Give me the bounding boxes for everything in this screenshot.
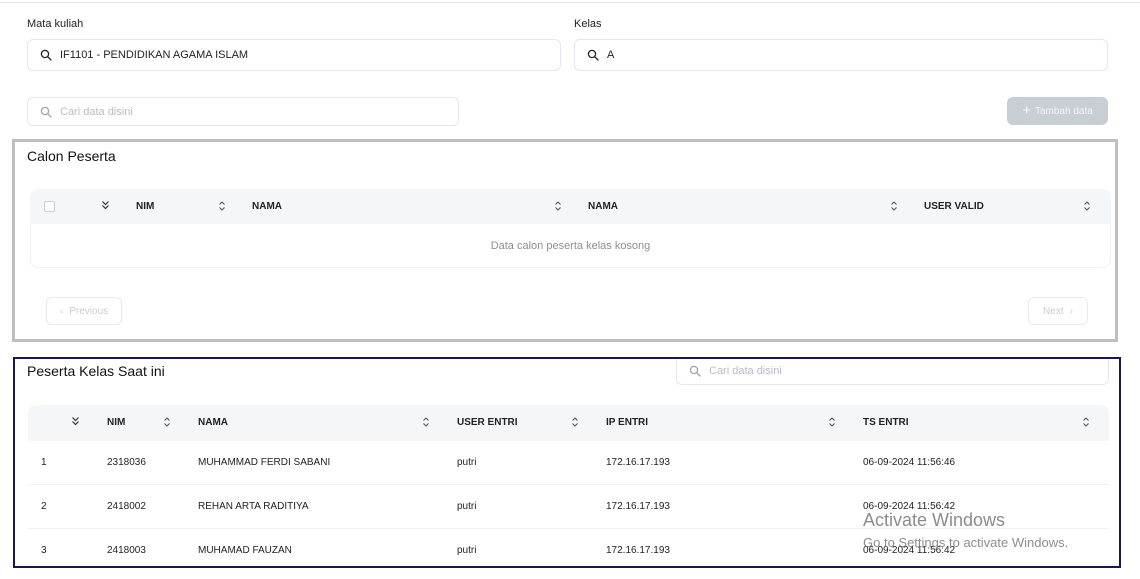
next-button[interactable]: Next › xyxy=(1028,297,1088,325)
add-data-label: Tambah data xyxy=(1034,105,1093,117)
row-nama: MUHAMMAD FERDI SABANI xyxy=(198,457,331,468)
sort-icon[interactable] xyxy=(1083,200,1091,212)
calon-peserta-title: Calon Peserta xyxy=(27,148,116,164)
sort-icon[interactable] xyxy=(571,416,579,428)
row-ts-entri: 06-09-2024 11:56:42 xyxy=(863,501,956,512)
row-nama: MUHAMAD FAUZAN xyxy=(198,545,292,556)
row-nim: 2418002 xyxy=(107,501,146,512)
empty-state-message: Data calon peserta kelas kosong xyxy=(30,224,1111,268)
previous-label: Previous xyxy=(69,305,109,317)
column-header-nama[interactable]: NAMA xyxy=(198,417,228,428)
peserta-kelas-title: Peserta Kelas Saat ini xyxy=(27,363,165,379)
row-nim: 2318036 xyxy=(107,457,146,468)
calon-peserta-panel: Calon Peserta NIM NAMA NAMA USER VALID D… xyxy=(12,139,1118,342)
search-icon xyxy=(689,365,701,377)
kelas-value: A xyxy=(607,49,615,61)
column-header-ip-entri[interactable]: IP ENTRI xyxy=(606,417,648,428)
top-divider xyxy=(0,2,1140,3)
row-ip-entri: 172.16.17.193 xyxy=(606,501,670,512)
calon-table-header: NIM NAMA NAMA USER VALID xyxy=(30,189,1111,224)
sort-icon[interactable] xyxy=(554,200,562,212)
search-icon xyxy=(587,49,599,61)
chevron-left-icon: ‹ xyxy=(59,305,64,317)
search-icon xyxy=(40,49,52,61)
expand-all-icon[interactable] xyxy=(71,416,80,426)
sort-icon[interactable] xyxy=(890,200,898,212)
row-number: 2 xyxy=(41,501,47,512)
sort-icon[interactable] xyxy=(163,416,171,428)
sort-icon[interactable] xyxy=(1082,416,1090,428)
add-data-button[interactable]: + Tambah data xyxy=(1007,97,1108,125)
row-ts-entri: 06-09-2024 11:56:42 xyxy=(863,545,956,556)
sort-icon[interactable] xyxy=(828,416,836,428)
peserta-table-header: NIM NAMA USER ENTRI IP ENTRI TS ENTRI xyxy=(28,405,1109,441)
peserta-search-input[interactable]: Cari data disini xyxy=(676,359,1109,385)
peserta-kelas-panel: Peserta Kelas Saat ini Cari data disini … xyxy=(13,357,1121,568)
sort-icon[interactable] xyxy=(218,200,226,212)
table-row[interactable]: 1 2318036 MUHAMMAD FERDI SABANI putri 17… xyxy=(28,441,1109,485)
next-label: Next xyxy=(1043,305,1064,317)
table-row[interactable]: 2 2418002 REHAN ARTA RADITIYA putri 172.… xyxy=(28,485,1109,529)
column-header-nim[interactable]: NIM xyxy=(107,417,125,428)
row-user-entri: putri xyxy=(457,501,477,512)
column-header-user-entri[interactable]: USER ENTRI xyxy=(457,417,518,428)
column-header-nim[interactable]: NIM xyxy=(136,201,154,212)
search-placeholder: Cari data disini xyxy=(60,105,133,118)
row-ts-entri: 06-09-2024 11:56:46 xyxy=(863,457,956,468)
select-all-checkbox[interactable] xyxy=(44,201,55,212)
row-ip-entri: 172.16.17.193 xyxy=(606,457,670,468)
peserta-search-placeholder: Cari data disini xyxy=(709,365,782,377)
mata-kuliah-value: IF1101 - PENDIDIKAN AGAMA ISLAM xyxy=(60,49,249,61)
row-user-entri: putri xyxy=(457,545,477,556)
search-icon xyxy=(40,106,52,118)
previous-button[interactable]: ‹ Previous xyxy=(46,297,122,325)
table-row[interactable]: 3 2418003 MUHAMAD FAUZAN putri 172.16.17… xyxy=(28,529,1109,566)
column-header-nama[interactable]: NAMA xyxy=(252,201,282,212)
column-header-ts-entri[interactable]: TS ENTRI xyxy=(863,417,909,428)
sort-icon[interactable] xyxy=(422,416,430,428)
plus-icon: + xyxy=(1022,102,1031,119)
mata-kuliah-select[interactable]: IF1101 - PENDIDIKAN AGAMA ISLAM xyxy=(27,39,561,71)
kelas-select[interactable]: A xyxy=(574,39,1108,71)
kelas-label: Kelas xyxy=(574,18,602,30)
row-nim: 2418003 xyxy=(107,545,146,556)
chevron-right-icon: › xyxy=(1069,305,1073,317)
column-header-user-valid[interactable]: USER VALID xyxy=(924,201,984,212)
row-nama: REHAN ARTA RADITIYA xyxy=(198,501,309,512)
row-user-entri: putri xyxy=(457,457,477,468)
mata-kuliah-label: Mata kuliah xyxy=(27,18,84,30)
row-number: 3 xyxy=(41,545,47,556)
expand-all-icon[interactable] xyxy=(101,200,110,210)
search-input[interactable]: Cari data disini xyxy=(27,97,459,126)
column-header-nama-2[interactable]: NAMA xyxy=(588,201,618,212)
row-number: 1 xyxy=(41,457,47,468)
row-ip-entri: 172.16.17.193 xyxy=(606,545,670,556)
